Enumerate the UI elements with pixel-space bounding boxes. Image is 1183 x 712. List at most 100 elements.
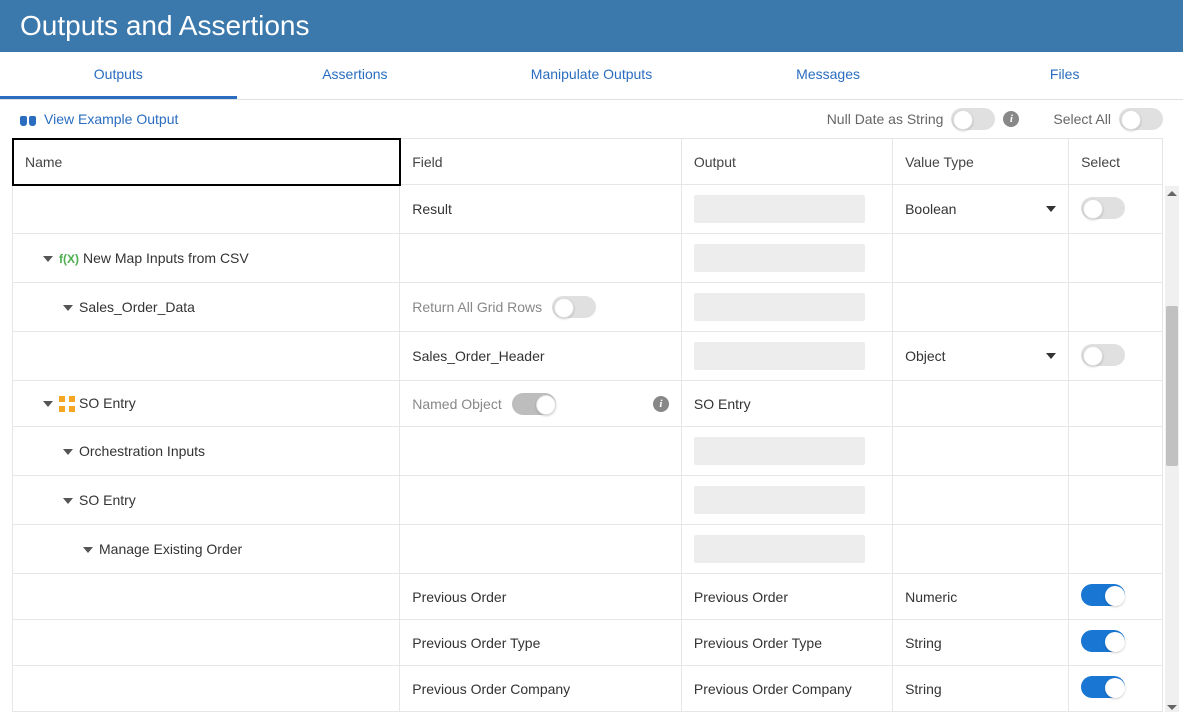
tab-assertions[interactable]: Assertions <box>237 52 474 99</box>
tab-bar: OutputsAssertionsManipulate OutputsMessa… <box>0 52 1183 100</box>
view-example-label: View Example Output <box>44 111 178 127</box>
tab-files[interactable]: Files <box>946 52 1183 99</box>
select-all-toggle[interactable] <box>1119 108 1163 130</box>
output-input[interactable] <box>694 437 865 465</box>
col-select[interactable]: Select <box>1069 139 1163 185</box>
name-cell <box>13 185 400 234</box>
table-row: Orchestration Inputs <box>13 427 1163 476</box>
select-cell <box>1069 476 1163 525</box>
select-toggle[interactable] <box>1081 344 1125 366</box>
output-input[interactable] <box>694 535 865 563</box>
table-row: SO EntryNamed ObjectiSO Entry <box>13 381 1163 427</box>
expand-caret-icon[interactable] <box>43 256 53 262</box>
name-cell[interactable]: f(X)New Map Inputs from CSV <box>13 234 400 283</box>
value-type-cell <box>893 427 1069 476</box>
value-type-text: Boolean <box>905 201 956 217</box>
select-cell <box>1069 234 1163 283</box>
table-row: SO Entry <box>13 476 1163 525</box>
value-type-cell[interactable]: Object <box>893 332 1069 381</box>
tab-messages[interactable]: Messages <box>710 52 947 99</box>
expand-caret-icon[interactable] <box>43 401 53 407</box>
output-input[interactable] <box>694 342 865 370</box>
name-cell <box>13 574 400 620</box>
scroll-down-arrow[interactable] <box>1165 200 1179 214</box>
name-cell <box>13 620 400 666</box>
null-date-control: Null Date as String i <box>827 108 1020 130</box>
field-cell: Sales_Order_Header <box>400 332 682 381</box>
grid-header-row: Name Field Output Value Type Select <box>13 139 1163 185</box>
output-cell <box>681 476 892 525</box>
name-cell[interactable]: Sales_Order_Data <box>13 283 400 332</box>
value-type-cell[interactable]: Boolean <box>893 185 1069 234</box>
select-all-control: Select All <box>1053 108 1163 130</box>
output-input[interactable] <box>694 244 865 272</box>
value-type-cell: Numeric <box>893 574 1069 620</box>
select-cell <box>1069 666 1163 712</box>
col-name[interactable]: Name <box>13 139 400 185</box>
null-date-toggle[interactable] <box>951 108 995 130</box>
select-toggle[interactable] <box>1081 630 1125 652</box>
name-cell[interactable]: Manage Existing Order <box>13 525 400 574</box>
expand-caret-icon[interactable] <box>83 547 93 553</box>
scroll-up-arrow[interactable] <box>1165 186 1179 200</box>
select-cell <box>1069 185 1163 234</box>
row-name-label: New Map Inputs from CSV <box>83 250 249 266</box>
value-type-text: String <box>905 635 942 651</box>
field-toggle[interactable] <box>512 393 556 415</box>
select-toggle[interactable] <box>1081 584 1125 606</box>
table-row: f(X)New Map Inputs from CSV <box>13 234 1163 283</box>
field-toggle[interactable] <box>552 296 596 318</box>
value-type-cell <box>893 283 1069 332</box>
dropdown-caret-icon[interactable] <box>1046 206 1056 212</box>
name-cell <box>13 332 400 381</box>
output-input[interactable] <box>694 195 865 223</box>
field-cell <box>400 234 682 283</box>
binoculars-icon <box>20 112 36 126</box>
output-cell <box>681 427 892 476</box>
value-type-cell <box>893 234 1069 283</box>
row-name-label: SO Entry <box>79 492 136 508</box>
output-cell <box>681 185 892 234</box>
select-cell <box>1069 427 1163 476</box>
scroll-thumb[interactable] <box>1166 306 1178 466</box>
expand-caret-icon[interactable] <box>63 449 73 455</box>
select-cell <box>1069 381 1163 427</box>
name-cell[interactable]: SO Entry <box>13 381 400 427</box>
page-header: Outputs and Assertions <box>0 0 1183 52</box>
value-type-cell <box>893 476 1069 525</box>
name-cell <box>13 666 400 712</box>
table-row: Previous Order CompanyPrevious Order Com… <box>13 666 1163 712</box>
select-toggle[interactable] <box>1081 676 1125 698</box>
select-toggle[interactable] <box>1081 197 1125 219</box>
output-input[interactable] <box>694 486 865 514</box>
vertical-scrollbar[interactable] <box>1165 186 1179 712</box>
output-cell <box>681 283 892 332</box>
col-field[interactable]: Field <box>400 139 682 185</box>
info-icon[interactable]: i <box>653 396 669 412</box>
field-cell: Previous Order Company <box>400 666 682 712</box>
value-type-cell: String <box>893 620 1069 666</box>
select-cell <box>1069 525 1163 574</box>
col-output[interactable]: Output <box>681 139 892 185</box>
col-value-type[interactable]: Value Type <box>893 139 1069 185</box>
page-title: Outputs and Assertions <box>20 10 1163 42</box>
field-cell: Return All Grid Rows <box>400 283 682 332</box>
name-cell[interactable]: SO Entry <box>13 476 400 525</box>
dropdown-caret-icon[interactable] <box>1046 353 1056 359</box>
name-cell[interactable]: Orchestration Inputs <box>13 427 400 476</box>
table-row: Previous Order TypePrevious Order TypeSt… <box>13 620 1163 666</box>
toolbar: View Example Output Null Date as String … <box>0 100 1183 138</box>
row-name-label: Sales_Order_Data <box>79 299 195 315</box>
value-type-text: String <box>905 681 942 697</box>
field-cell <box>400 525 682 574</box>
info-icon[interactable]: i <box>1003 111 1019 127</box>
view-example-output-link[interactable]: View Example Output <box>20 111 178 127</box>
tab-manipulate-outputs[interactable]: Manipulate Outputs <box>473 52 710 99</box>
output-input[interactable] <box>694 293 865 321</box>
tab-outputs[interactable]: Outputs <box>0 52 237 99</box>
expand-caret-icon[interactable] <box>63 305 73 311</box>
output-cell <box>681 234 892 283</box>
expand-caret-icon[interactable] <box>63 498 73 504</box>
row-name-label: SO Entry <box>79 395 136 411</box>
value-type-text: Numeric <box>905 589 957 605</box>
